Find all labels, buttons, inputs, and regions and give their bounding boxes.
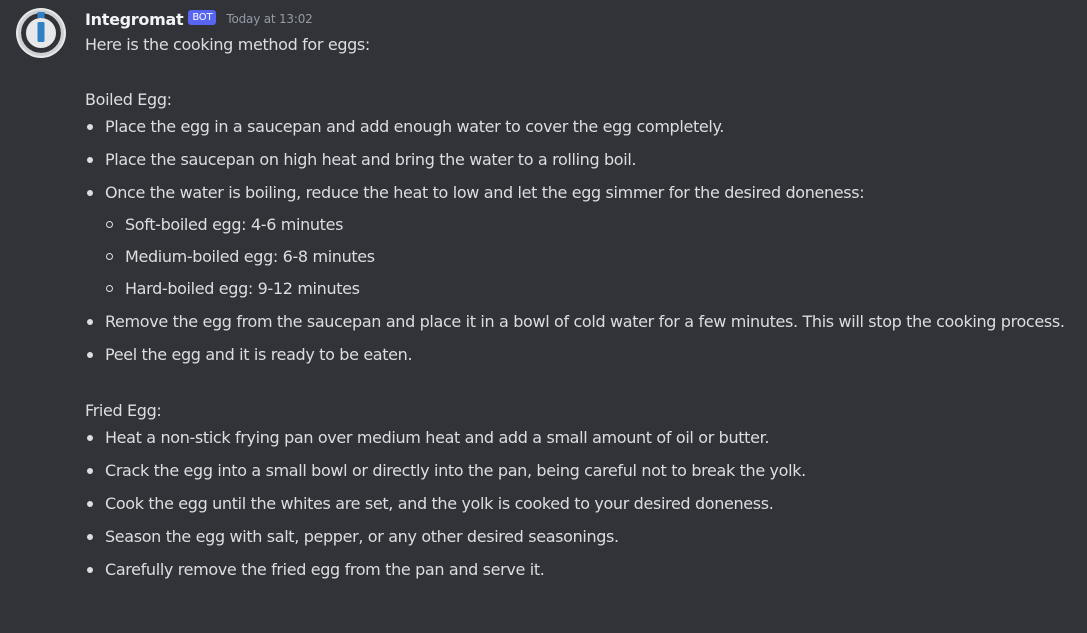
message-body: Here is the cooking method for eggs: Boi… xyxy=(85,31,1079,584)
list-item: Once the water is boiling, reduce the he… xyxy=(85,179,1079,303)
sublist-item: Medium-boiled egg: 6-8 minutes xyxy=(105,243,1079,271)
sublist-item: Hard-boiled egg: 9-12 minutes xyxy=(105,275,1079,303)
username[interactable]: Integromat xyxy=(85,10,184,29)
section-title-fried: Fried Egg: xyxy=(85,401,162,420)
message-timestamp[interactable]: Today at 13:02 xyxy=(226,12,312,26)
message-intro: Here is the cooking method for eggs: xyxy=(85,35,370,54)
doneness-sublist: Soft-boiled egg: 4-6 minutes Medium-boil… xyxy=(105,211,1079,303)
list-item: Place the egg in a saucepan and add enou… xyxy=(85,113,1079,141)
bot-badge: BOT xyxy=(188,9,217,25)
list-item: Place the saucepan on high heat and brin… xyxy=(85,146,1079,174)
list-item: Carefully remove the fried egg from the … xyxy=(85,556,1079,584)
list-item: Remove the egg from the saucepan and pla… xyxy=(85,308,1079,336)
list-item: Peel the egg and it is ready to be eaten… xyxy=(85,341,1079,369)
list-item: Heat a non-stick frying pan over medium … xyxy=(85,424,1079,452)
avatar[interactable] xyxy=(16,8,66,58)
list-item: Season the egg with salt, pepper, or any… xyxy=(85,523,1079,551)
boiled-egg-list: Place the egg in a saucepan and add enou… xyxy=(85,113,1079,369)
list-item: Crack the egg into a small bowl or direc… xyxy=(85,457,1079,485)
integromat-logo-icon xyxy=(16,8,66,58)
list-item: Cook the egg until the whites are set, a… xyxy=(85,490,1079,518)
message-content: Integromat BOT Today at 13:02 Here is th… xyxy=(85,7,1079,584)
sublist-item: Soft-boiled egg: 4-6 minutes xyxy=(105,211,1079,239)
message-header: Integromat BOT Today at 13:02 xyxy=(85,7,1079,31)
section-title-boiled: Boiled Egg: xyxy=(85,90,172,109)
chat-message: Integromat BOT Today at 13:02 Here is th… xyxy=(0,0,1087,633)
list-item-text: Once the water is boiling, reduce the he… xyxy=(105,183,865,202)
fried-egg-list: Heat a non-stick frying pan over medium … xyxy=(85,424,1079,584)
